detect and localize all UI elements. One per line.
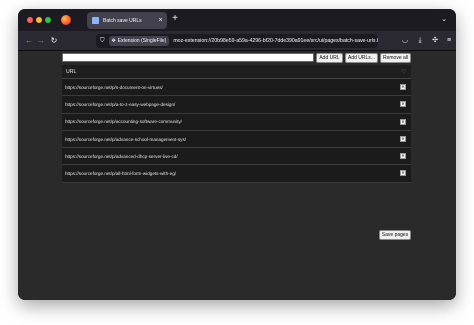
menu-icon[interactable]: ≡ [444,36,454,46]
pocket-icon[interactable]: ◡ [400,36,410,46]
table-row: https://sourceforge.net/p/s-document-on-… [62,79,411,97]
list-all-tabs-icon[interactable]: ⌄ [441,15,447,23]
close-window-button[interactable] [27,17,33,23]
url-cell: https://sourceforge.net/p/advanced-dhcp-… [65,153,178,159]
url-cell: https://sourceforge.net/p/accounting-sof… [65,119,182,125]
url-column-header: URL [66,68,77,75]
tab-title: Batch save URLs [103,17,142,24]
url-cell: https://sourceforge.net/p/advance-school… [65,136,187,142]
puzzle-icon: ✥ [111,38,116,44]
remove-icon: ✕ [401,118,405,124]
url-cell: https://sourceforge.net/p/s-document-on-… [65,84,163,90]
tab-close-icon[interactable]: × [156,17,165,24]
remove-icon: ✕ [401,170,405,176]
remove-url-button[interactable]: ✕ [400,135,406,142]
remove-icon: ✕ [401,101,405,107]
identity-chip[interactable]: ✥ Extension (SingleFile) [108,36,170,46]
remove-url-button[interactable]: ✕ [400,153,406,160]
remove-all-button[interactable]: Remove all [380,53,411,63]
tab-bar: Batch save URLs × + ⌄ [18,9,456,31]
favicon-icon [92,17,99,24]
table-header: URL ▽ [62,65,411,79]
download-icon[interactable]: ⤓ [415,36,425,46]
page-content: Add URL Add URLs... Remove all URL ▽ htt… [18,52,456,300]
reload-icon[interactable]: ↻ [49,36,59,46]
url-input[interactable] [62,53,314,62]
remove-icon: ✕ [401,153,405,159]
table-row: https://sourceforge.net/p/advance-school… [62,130,411,149]
table-row: https://sourceforge.net/p/accounting-sof… [62,113,411,131]
remove-url-button[interactable]: ✕ [400,84,406,90]
minimize-window-button[interactable] [36,17,42,23]
remove-url-button[interactable]: ✕ [400,170,406,177]
firefox-icon[interactable] [61,15,71,25]
navigation-bar: ← → ↻ ⛉ ✥ Extension (SingleFile) moz-ext… [18,31,456,51]
forward-icon[interactable]: → [36,36,46,46]
add-urls-button[interactable]: Add URLs... [345,53,378,63]
zoom-window-button[interactable] [45,17,51,23]
add-url-button[interactable]: Add URL [316,53,343,63]
url-cell: https://sourceforge.net/p/all-html-form-… [65,171,177,177]
remove-icon: ✕ [401,84,405,89]
filter-icon: ▽ [401,69,406,75]
tab-batch-save-urls[interactable]: Batch save URLs × [87,12,167,29]
remove-icon: ✕ [401,135,405,141]
table-row: https://sourceforge.net/p/advanced-dhcp-… [62,148,411,166]
shield-icon[interactable]: ⛉ [100,38,105,45]
remove-url-button[interactable]: ✕ [400,101,406,108]
table-row: https://sourceforge.net/p/all-html-form-… [62,165,411,183]
browser-window: Batch save URLs × + ⌄ ← → ↻ ⛉ ✥ Extensio… [18,9,456,300]
remove-url-button[interactable]: ✕ [400,118,406,125]
address-bar[interactable]: ⛉ ✥ Extension (SingleFile) moz-extension… [96,34,378,48]
table-row: https://sourceforge.net/p/a-to-z-easy-we… [62,96,411,114]
extensions-icon[interactable]: ✣ [430,36,440,46]
new-tab-button[interactable]: + [169,13,181,24]
url-cell: https://sourceforge.net/p/a-to-z-easy-we… [65,101,176,107]
url-text[interactable]: moz-extension://20b98e59-a59a-4296-bf20-… [173,38,378,44]
identity-chip-label: Extension (SingleFile) [117,38,167,44]
save-pages-button[interactable]: Save pages [379,230,411,240]
urls-table: URL ▽ https://sourceforge.net/p/s-docume… [62,65,411,183]
back-icon[interactable]: ← [24,36,34,46]
